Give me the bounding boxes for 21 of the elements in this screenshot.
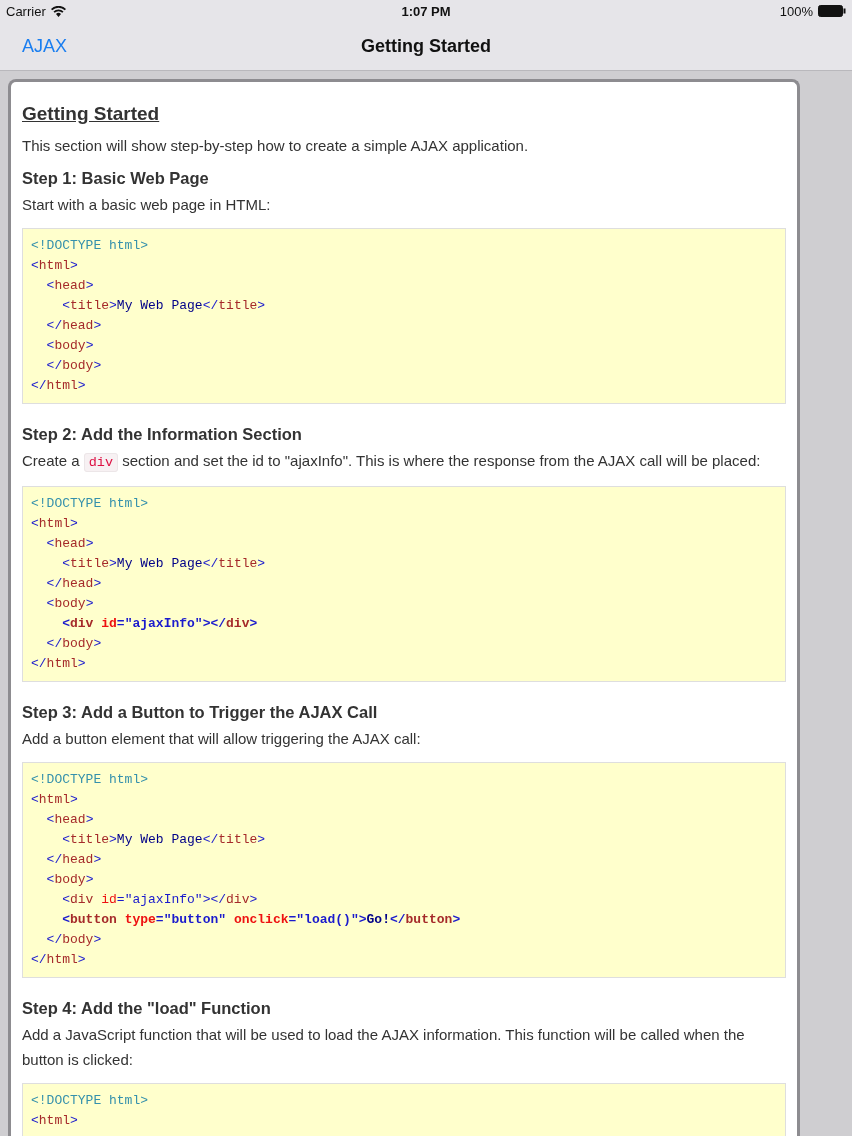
step-heading: Step 1: Basic Web Page bbox=[22, 169, 210, 188]
step-heading: Step 4: Add the "load" Function bbox=[22, 999, 272, 1018]
wifi-icon bbox=[50, 5, 66, 17]
step-paragraph: Add a JavaScript function that will be used to load the AJAX information. This function will be called when the button is clicked: bbox=[22, 1025, 746, 1070]
code-block: <!DOCTYPE html> <html> <head> <title>My Web Page</title> </head> <body> <div id="ajaxInfo"></div> </body> </html> bbox=[22, 486, 786, 682]
intro-paragraph: This section will show step-by-step how to create a simple AJAX application. bbox=[22, 136, 530, 156]
code-block: <!DOCTYPE html> <html> <head> <title>My Web Page</title> </head> <body> <div id="ajaxInfo"></div> <button type="button" onclick="load()">Go!</button> </body> </html> bbox=[22, 762, 786, 978]
battery-icon bbox=[818, 5, 846, 17]
battery-label: 100% bbox=[779, 3, 813, 19]
step-paragraph: Create a div section and set the id to "ajaxInfo". This is where the response from the AJAX call will be placed: bbox=[22, 451, 762, 474]
step-paragraph: Start with a basic web page in HTML: bbox=[22, 195, 272, 215]
step-heading: Step 2: Add the Information Section bbox=[22, 425, 303, 444]
step-heading: Step 3: Add a Button to Trigger the AJAX Call bbox=[22, 703, 379, 722]
step-paragraph: Add a button element that will allow triggering the AJAX call: bbox=[22, 729, 422, 749]
back-link[interactable]: AJAX bbox=[22, 35, 68, 57]
nav-title: Getting Started bbox=[361, 35, 491, 57]
article-title: Getting Started bbox=[22, 103, 161, 125]
carrier-label: Carrier bbox=[6, 3, 46, 19]
code-block: <!DOCTYPE html> <html> <head> <title>My Web Page</title> </head> <body> </body> </html> bbox=[22, 228, 786, 404]
clock-label: 1:07 PM bbox=[401, 3, 451, 19]
code-block: <!DOCTYPE html> <html> bbox=[22, 1083, 786, 1136]
